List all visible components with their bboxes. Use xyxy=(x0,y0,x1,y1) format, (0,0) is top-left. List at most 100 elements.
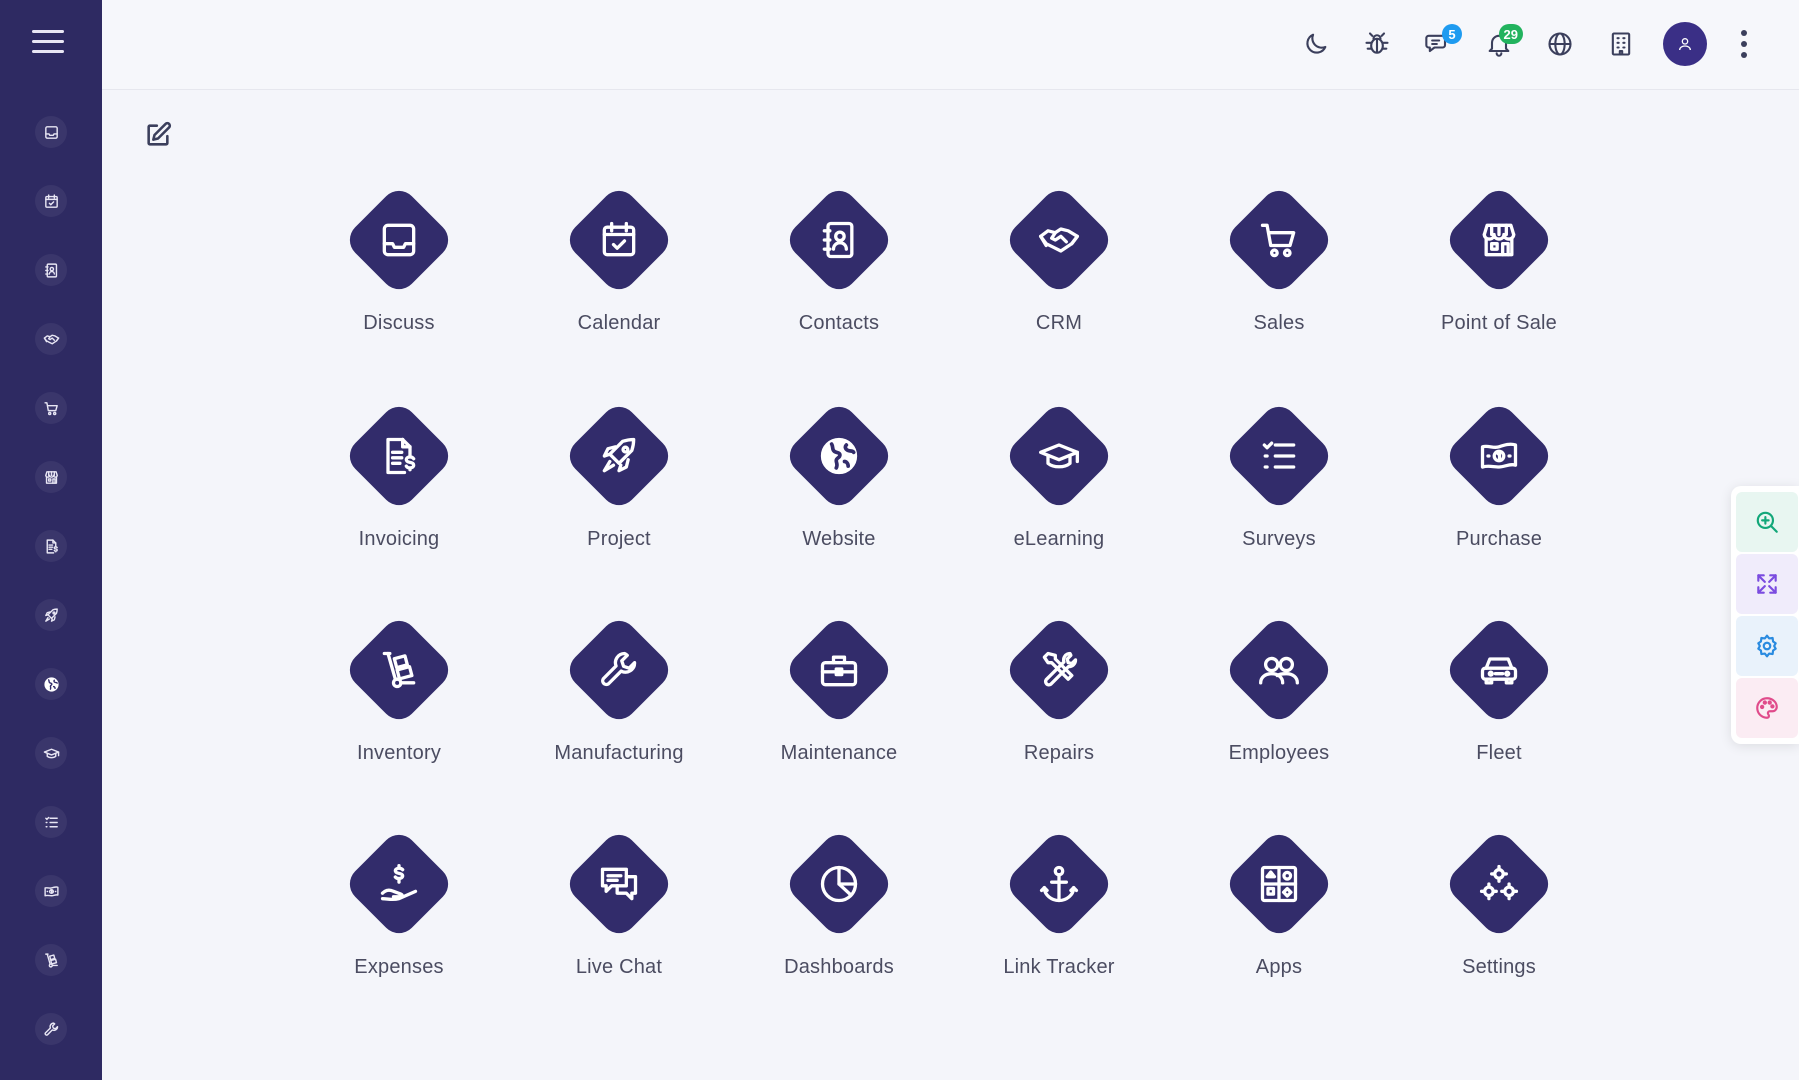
app-icon-wrapper xyxy=(779,610,899,730)
app-tile-invoicing[interactable]: Invoicing xyxy=(289,396,509,610)
gears-icon xyxy=(1479,864,1519,901)
app-icon-badge xyxy=(1222,827,1336,941)
user-avatar[interactable] xyxy=(1663,22,1707,66)
sidebar-item-website[interactable] xyxy=(35,668,67,700)
app-tile-maintenance[interactable]: Maintenance xyxy=(729,610,949,824)
app-icon-wrapper xyxy=(999,610,1119,730)
app-label: Invoicing xyxy=(358,528,440,550)
app-icon-wrapper xyxy=(779,180,899,300)
app-tile-apps[interactable]: Apps xyxy=(1169,824,1389,1038)
language-button[interactable] xyxy=(1538,22,1582,66)
app-tile-purchase[interactable]: Purchase xyxy=(1389,396,1609,610)
app-grid-icon xyxy=(1260,865,1298,903)
contact-book-icon xyxy=(44,262,57,278)
checklist-icon xyxy=(44,816,58,827)
menu-toggle-icon[interactable] xyxy=(32,30,64,60)
sidebar-item-surveys[interactable] xyxy=(35,806,67,838)
sidebar-item-elearning[interactable] xyxy=(35,737,67,769)
sidebar-item-calendar[interactable] xyxy=(35,185,67,217)
app-tile-elearning[interactable]: eLearning xyxy=(949,396,1169,610)
bug-icon xyxy=(1365,32,1389,54)
app-label: Discuss xyxy=(363,312,435,334)
contact-book-icon xyxy=(822,221,854,259)
app-tile-fleet[interactable]: Fleet xyxy=(1389,610,1609,824)
sidebar-item-sales[interactable] xyxy=(35,392,67,424)
app-label: Maintenance xyxy=(780,742,898,764)
app-icon-badge xyxy=(1222,183,1336,297)
app-label: Calendar xyxy=(577,312,661,334)
sidebar-item-point-of-sale[interactable] xyxy=(35,461,67,493)
app-icon-badge xyxy=(1442,183,1556,297)
checklist-icon xyxy=(1262,441,1296,469)
notifications-badge: 29 xyxy=(1498,24,1523,44)
app-tile-calendar[interactable]: Calendar xyxy=(509,180,729,396)
right-toolbar xyxy=(1731,486,1799,744)
app-tile-manufacturing[interactable]: Manufacturing xyxy=(509,610,729,824)
app-tile-dashboards[interactable]: Dashboards xyxy=(729,824,949,1038)
more-options-icon[interactable] xyxy=(1729,28,1759,61)
app-tile-project[interactable]: Project xyxy=(509,396,729,610)
app-label: eLearning xyxy=(1013,528,1105,550)
company-button[interactable] xyxy=(1599,22,1643,66)
sidebar-item-purchase[interactable] xyxy=(35,875,67,907)
edit-icon xyxy=(147,121,172,146)
app-tile-sales[interactable]: Sales xyxy=(1169,180,1389,396)
app-tile-live-chat[interactable]: Live Chat xyxy=(509,824,729,1038)
app-tile-discuss[interactable]: Discuss xyxy=(289,180,509,396)
sidebar-item-project[interactable] xyxy=(35,599,67,631)
app-icon-badge xyxy=(562,399,676,513)
app-tile-surveys[interactable]: Surveys xyxy=(1169,396,1389,610)
wrench-icon xyxy=(44,1021,58,1036)
app-label: Website xyxy=(802,528,876,550)
app-label: Fleet xyxy=(1476,742,1522,764)
app-icon-badge xyxy=(782,613,896,727)
zoom-in-button[interactable] xyxy=(1736,492,1798,552)
sidebar-item-invoicing[interactable] xyxy=(35,530,67,562)
app-label: Point of Sale xyxy=(1440,312,1557,334)
app-tile-repairs[interactable]: Repairs xyxy=(949,610,1169,824)
gear-button[interactable] xyxy=(1736,616,1798,676)
palette-button[interactable] xyxy=(1736,678,1798,738)
app-icon-badge xyxy=(782,399,896,513)
app-tile-inventory[interactable]: Inventory xyxy=(289,610,509,824)
app-icon-wrapper xyxy=(999,180,1119,300)
sidebar-item-contacts[interactable] xyxy=(35,254,67,286)
app-tile-link-tracker[interactable]: Link Tracker xyxy=(949,824,1169,1038)
sidebar-item-discuss[interactable] xyxy=(35,116,67,148)
app-icon-badge xyxy=(1002,399,1116,513)
app-label: Sales xyxy=(1253,312,1305,334)
app-tile-point-of-sale[interactable]: Point of Sale xyxy=(1389,180,1609,396)
banknote-icon xyxy=(1480,442,1518,469)
app-label: Project xyxy=(587,528,651,550)
sidebar-item-crm[interactable] xyxy=(35,323,67,355)
dark-mode-toggle[interactable] xyxy=(1294,22,1338,66)
app-tile-employees[interactable]: Employees xyxy=(1169,610,1389,824)
app-tile-expenses[interactable]: Expenses xyxy=(289,824,509,1038)
app-label: Expenses xyxy=(354,956,444,978)
messages-button[interactable]: 5 xyxy=(1416,22,1462,66)
app-icon-badge xyxy=(782,183,896,297)
store-icon xyxy=(1482,223,1516,257)
app-icon-badge xyxy=(782,827,896,941)
notifications-button[interactable]: 29 xyxy=(1477,22,1523,66)
edit-layout-button[interactable] xyxy=(144,121,174,151)
messages-badge: 5 xyxy=(1442,24,1462,44)
debug-button[interactable] xyxy=(1355,22,1399,66)
cart-icon xyxy=(1260,223,1296,258)
app-icon-wrapper xyxy=(1439,610,1559,730)
people-icon xyxy=(1259,656,1299,685)
app-tile-contacts[interactable]: Contacts xyxy=(729,180,949,396)
app-tile-website[interactable]: Website xyxy=(729,396,949,610)
invoice-icon xyxy=(46,538,58,554)
app-tile-crm[interactable]: CRM xyxy=(949,180,1169,396)
app-icon-wrapper xyxy=(999,396,1119,516)
sidebar-item-manufacturing[interactable] xyxy=(35,1013,67,1045)
app-icon-wrapper xyxy=(1219,824,1339,944)
car-icon xyxy=(1480,657,1518,685)
app-tile-settings[interactable]: Settings xyxy=(1389,824,1609,1038)
rocket-icon xyxy=(44,607,58,622)
app-icon-wrapper xyxy=(779,824,899,944)
expand-button[interactable] xyxy=(1736,554,1798,614)
pie-chart-icon xyxy=(820,865,858,903)
sidebar-item-inventory[interactable] xyxy=(35,944,67,976)
